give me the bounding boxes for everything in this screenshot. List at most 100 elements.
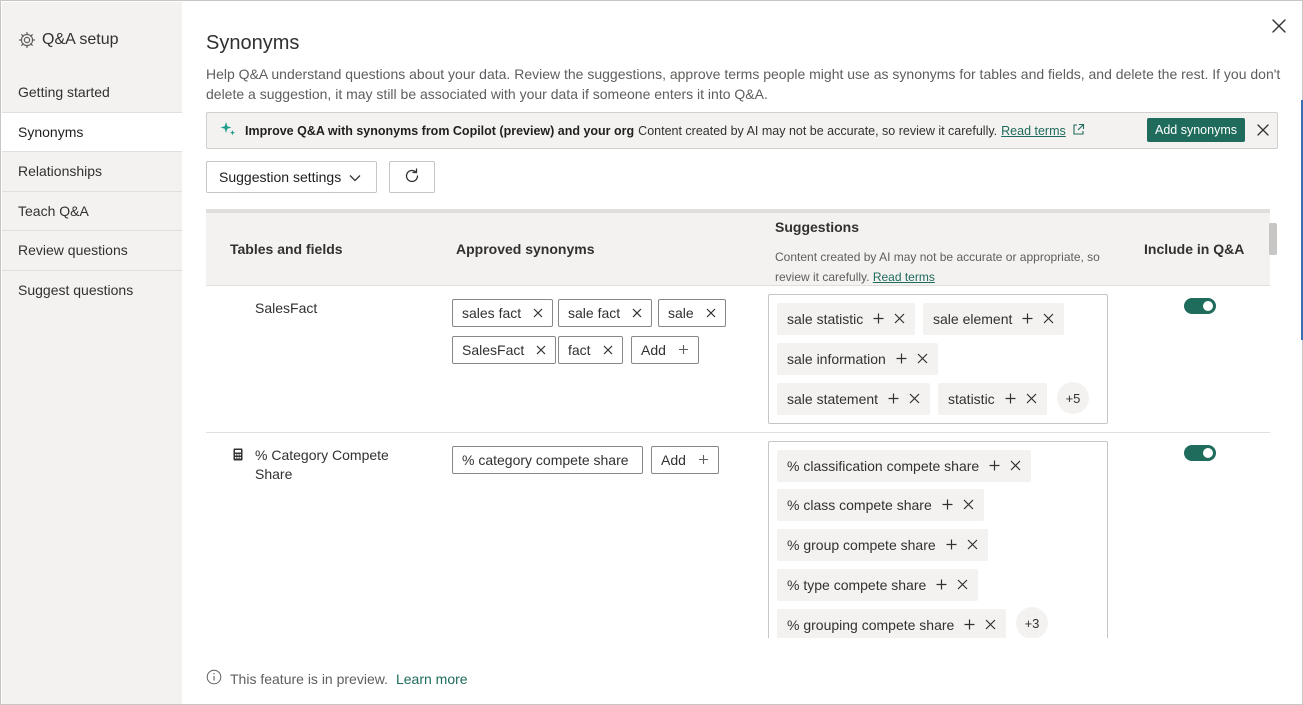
sidebar-item-teach-qa[interactable]: Teach Q&A — [2, 192, 182, 231]
sidebar-title-label: Q&A setup — [42, 31, 119, 48]
more-suggestions-button[interactable]: +3 — [1016, 607, 1048, 639]
approved-chip: fact — [558, 336, 623, 364]
add-label: Add — [641, 342, 666, 358]
remove-icon[interactable] — [1010, 458, 1021, 474]
banner-text: Content created by AI may not be accurat… — [638, 123, 998, 138]
suggestion-label: % group compete share — [787, 537, 936, 553]
include-in-qa-toggle[interactable] — [1184, 298, 1216, 314]
gear-icon — [18, 31, 36, 49]
suggestion-chip: % grouping compete share — [777, 609, 1007, 641]
add-synonym-button[interactable]: Add — [651, 446, 719, 474]
add-icon — [698, 452, 709, 468]
suggestion-label: % grouping compete share — [787, 617, 955, 633]
include-in-qa-toggle[interactable] — [1184, 445, 1216, 461]
remove-icon[interactable] — [533, 305, 543, 321]
add-icon — [678, 342, 689, 358]
suggestion-chip: sale statement — [777, 383, 931, 415]
suggestion-label: sale element — [933, 311, 1013, 327]
banner-read-terms-link[interactable]: Read terms — [1001, 124, 1066, 138]
sidebar: Q&A setup Getting started Synonyms Relat… — [2, 2, 182, 704]
more-suggestions-button[interactable]: +5 — [1057, 382, 1089, 414]
add-synonym-button[interactable]: Add — [631, 336, 699, 364]
chevron-down-icon — [349, 169, 361, 185]
suggestion-chip: % classification compete share — [777, 450, 1032, 482]
suggestion-label: sale statement — [787, 391, 879, 407]
row-divider — [206, 432, 1270, 433]
header-suggestions-note: Content created by AI may not be accurat… — [775, 247, 1105, 287]
suggestion-label: % type compete share — [787, 577, 927, 593]
add-icon[interactable] — [936, 577, 947, 593]
remove-icon[interactable] — [894, 311, 905, 327]
external-link-icon[interactable] — [1072, 123, 1085, 139]
remove-icon[interactable] — [985, 617, 996, 633]
add-icon[interactable] — [946, 537, 957, 553]
add-icon[interactable] — [1022, 311, 1033, 327]
sidebar-item-review-questions[interactable]: Review questions — [2, 231, 182, 271]
footer-text: This feature is in preview. — [230, 670, 388, 687]
info-icon — [206, 669, 222, 688]
refresh-icon — [403, 167, 421, 188]
remove-icon[interactable] — [1043, 311, 1054, 327]
approved-chip: % category compete share — [452, 446, 643, 474]
footer: This feature is in preview. Learn more — [206, 669, 468, 688]
sidebar-title: Q&A setup — [18, 31, 119, 49]
suggestion-chip: statistic — [938, 383, 1047, 415]
learn-more-link[interactable]: Learn more — [396, 671, 468, 687]
qa-setup-dialog: Q&A setup Getting started Synonyms Relat… — [0, 0, 1303, 705]
approved-chip: SalesFact — [452, 336, 557, 364]
remove-icon[interactable] — [1026, 391, 1037, 407]
chip-label: fact — [568, 342, 591, 358]
add-icon[interactable] — [989, 458, 1000, 474]
approved-chip: sale fact — [558, 299, 653, 327]
approved-chip: sales fact — [452, 299, 554, 327]
close-icon[interactable] — [1254, 121, 1272, 139]
remove-icon[interactable] — [632, 305, 642, 321]
add-synonyms-button[interactable]: Add synonyms — [1147, 118, 1245, 142]
chip-label: sales fact — [462, 305, 522, 321]
page-title: Synonyms — [206, 32, 300, 54]
sidebar-item-relationships[interactable]: Relationships — [2, 152, 182, 192]
remove-icon[interactable] — [603, 342, 613, 358]
remove-icon[interactable] — [963, 497, 974, 513]
remove-icon[interactable] — [706, 305, 716, 321]
suggestion-label: statistic — [948, 391, 995, 407]
remove-icon[interactable] — [909, 391, 920, 407]
sidebar-item-synonyms[interactable]: Synonyms — [2, 112, 182, 152]
suggestion-chip: % class compete share — [777, 489, 984, 521]
sidebar-item-getting-started[interactable]: Getting started — [2, 73, 182, 113]
remove-icon[interactable] — [917, 351, 928, 367]
suggestion-label: sale information — [787, 351, 886, 367]
add-icon[interactable] — [896, 351, 907, 367]
page-description: Help Q&A understand questions about your… — [206, 66, 1281, 102]
add-icon[interactable] — [942, 497, 953, 513]
add-icon[interactable] — [888, 391, 899, 407]
suggestions-read-terms-link[interactable]: Read terms — [873, 270, 935, 284]
suggestion-settings-label: Suggestion settings — [219, 169, 342, 185]
close-icon[interactable] — [1269, 16, 1289, 36]
remove-icon[interactable] — [536, 342, 546, 358]
remove-icon[interactable] — [957, 577, 968, 593]
chip-label: sale fact — [568, 305, 621, 321]
toggle-knob — [1203, 448, 1213, 458]
scrollbar[interactable] — [1269, 223, 1277, 255]
add-icon[interactable] — [873, 311, 884, 327]
suggestion-settings-button[interactable]: Suggestion settings — [206, 161, 377, 193]
toggle-knob — [1203, 301, 1213, 311]
suggestion-chip: % group compete share — [777, 529, 988, 561]
chip-label: sale — [668, 305, 694, 321]
suggestion-chip: sale information — [777, 343, 938, 375]
refresh-button[interactable] — [389, 161, 435, 193]
suggestion-label: % classification compete share — [787, 458, 980, 474]
add-icon[interactable] — [964, 617, 975, 633]
banner-heading: Improve Q&A with synonyms from Copilot (… — [245, 123, 635, 138]
sidebar-item-suggest-questions[interactable]: Suggest questions — [2, 271, 182, 311]
field-name-category-compete-share: % Category Compete Share — [255, 447, 389, 482]
remove-icon[interactable] — [967, 537, 978, 553]
add-label: Add — [661, 452, 686, 468]
header-tables-and-fields: Tables and fields — [230, 241, 343, 257]
suggestion-label: sale statistic — [787, 311, 864, 327]
add-icon[interactable] — [1005, 391, 1016, 407]
calculator-icon — [233, 448, 243, 464]
suggestions-note-text: Content created by AI may not be accurat… — [775, 250, 1100, 284]
chip-label: % category compete share — [462, 452, 629, 468]
